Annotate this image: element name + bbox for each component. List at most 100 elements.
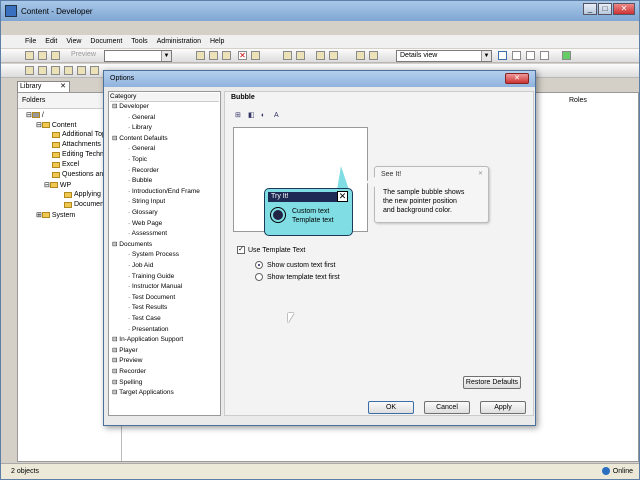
menu-edit[interactable]: Edit: [45, 38, 57, 45]
category-item[interactable]: · Test Results: [128, 304, 167, 312]
color-icon[interactable]: ◐: [261, 112, 269, 120]
radio-icon: [255, 273, 263, 281]
category-item[interactable]: · Topic: [128, 156, 147, 164]
menu-document[interactable]: Document: [90, 38, 122, 45]
minimize-button[interactable]: _: [583, 3, 597, 15]
tree-item[interactable]: Applying F: [64, 191, 107, 198]
menu-help[interactable]: Help: [210, 38, 224, 45]
category-item[interactable]: · Training Guide: [128, 273, 174, 281]
tree-item[interactable]: Additional Top: [52, 131, 106, 138]
open-icon[interactable]: [38, 51, 47, 60]
toolbar-icon-4[interactable]: [64, 66, 73, 75]
toolbar-icon-3[interactable]: [51, 66, 60, 75]
category-item[interactable]: · Assessment: [128, 230, 167, 238]
tree-item-wp[interactable]: ⊟ WP: [44, 181, 71, 190]
spelling-icon[interactable]: [356, 51, 365, 60]
restore-defaults-button[interactable]: Restore Defaults: [463, 376, 521, 389]
view-combo[interactable]: Details view ▼: [396, 50, 492, 62]
title-bar: Content - Developer _ □ ✕: [1, 1, 639, 21]
redo-icon[interactable]: [296, 51, 305, 60]
category-item[interactable]: · System Process: [128, 251, 179, 259]
layout-1-icon[interactable]: [498, 51, 507, 60]
radio-template-first[interactable]: Show template text first: [255, 273, 340, 281]
apply-button[interactable]: Apply: [480, 401, 526, 414]
category-item[interactable]: ⊟ In-Application Support: [112, 336, 183, 344]
toolbar-icon-1[interactable]: [25, 66, 34, 75]
menu-administration[interactable]: Administration: [157, 38, 201, 45]
tree-item-label: Attachments: [62, 141, 101, 148]
zoom-icon[interactable]: [369, 51, 378, 60]
tree-item[interactable]: Excel: [52, 161, 79, 168]
tree-item[interactable]: Attachments: [52, 141, 101, 148]
category-item[interactable]: ⊟ Content Defaults: [112, 135, 168, 143]
font-icon[interactable]: A: [274, 112, 282, 120]
category-label: Topic: [131, 156, 148, 163]
category-item[interactable]: ⊟ Documents: [112, 241, 152, 249]
close-button[interactable]: ✕: [613, 3, 635, 15]
cancel-button[interactable]: Cancel: [424, 401, 470, 414]
layout-2-icon[interactable]: [512, 51, 521, 60]
dialog-title: Options: [104, 71, 535, 87]
category-item[interactable]: · Instructor Manual: [128, 283, 182, 291]
category-item[interactable]: · Library: [128, 124, 152, 132]
use-template-checkbox[interactable]: ✓ Use Template Text: [237, 246, 305, 254]
toolbar-combo-1[interactable]: ▼: [104, 50, 172, 62]
tab-library[interactable]: Library ✕: [17, 81, 70, 92]
paste-icon[interactable]: [222, 51, 231, 60]
tree-item-content[interactable]: ⊟ Content: [36, 121, 76, 130]
category-item[interactable]: ⊟ Developer: [112, 103, 149, 111]
category-item[interactable]: · General: [128, 145, 155, 153]
properties-icon[interactable]: [251, 51, 260, 60]
ok-button[interactable]: OK: [368, 401, 414, 414]
copy-icon[interactable]: [209, 51, 218, 60]
toolbar-icon-2[interactable]: [38, 66, 47, 75]
tree-item-system[interactable]: ⊞ System: [36, 211, 75, 220]
tree-item[interactable]: Editing Techni: [52, 151, 105, 158]
dialog-close-button[interactable]: ✕: [505, 73, 529, 84]
delete-icon[interactable]: ✕: [238, 51, 247, 60]
category-item[interactable]: · Test Case: [128, 315, 161, 323]
category-label: String Input: [131, 198, 166, 206]
close-icon[interactable]: ✕: [60, 82, 66, 92]
category-item[interactable]: · Bubble: [128, 177, 152, 185]
category-item[interactable]: · Web Page: [128, 220, 162, 228]
toolbar-icon-5[interactable]: [77, 66, 86, 75]
menu-view[interactable]: View: [66, 38, 81, 45]
maximize-button[interactable]: □: [598, 3, 612, 15]
category-item[interactable]: · Introduction/End Frame: [128, 188, 200, 196]
pointer-icon[interactable]: ⊞: [235, 112, 243, 120]
category-item[interactable]: · General: [128, 114, 155, 122]
bubble-custom-text: Custom text: [292, 208, 330, 215]
outline-icon[interactable]: [316, 51, 325, 60]
category-item[interactable]: ⊟ Spelling: [112, 379, 142, 387]
tree-item-root[interactable]: ⊟ /: [26, 111, 44, 120]
layout-3-icon[interactable]: [526, 51, 535, 60]
see-it-title: See It!: [381, 171, 402, 178]
category-item[interactable]: ⊟ Target Applications: [112, 389, 174, 397]
preview-button[interactable]: Preview: [71, 51, 103, 61]
tree-item[interactable]: Questions and: [52, 171, 107, 178]
category-item[interactable]: ⊟ Recorder: [112, 368, 146, 376]
layout-4-icon[interactable]: [540, 51, 549, 60]
tree-item[interactable]: Document: [64, 201, 106, 208]
find-icon[interactable]: [329, 51, 338, 60]
toolbar-icon-6[interactable]: [90, 66, 99, 75]
category-label: Content Defaults: [119, 134, 168, 142]
category-item[interactable]: ⊟ Preview: [112, 357, 142, 365]
radio-custom-first[interactable]: Show custom text first: [255, 261, 335, 269]
menu-file[interactable]: File: [25, 38, 36, 45]
save-icon[interactable]: [51, 51, 60, 60]
category-item[interactable]: · Recorder: [128, 167, 159, 175]
bubble-icon[interactable]: ◧: [248, 112, 256, 120]
refresh-icon[interactable]: [562, 51, 571, 60]
cut-icon[interactable]: [196, 51, 205, 60]
category-item[interactable]: · Job Aid: [128, 262, 153, 270]
category-item[interactable]: ⊟ Player: [112, 347, 138, 355]
undo-icon[interactable]: [283, 51, 292, 60]
category-item[interactable]: · Test Document: [128, 294, 175, 302]
category-item[interactable]: · String Input: [128, 198, 165, 206]
new-icon[interactable]: [25, 51, 34, 60]
category-item[interactable]: · Glossary: [128, 209, 158, 217]
menu-tools[interactable]: Tools: [131, 38, 147, 45]
category-item[interactable]: · Presentation: [128, 326, 168, 334]
